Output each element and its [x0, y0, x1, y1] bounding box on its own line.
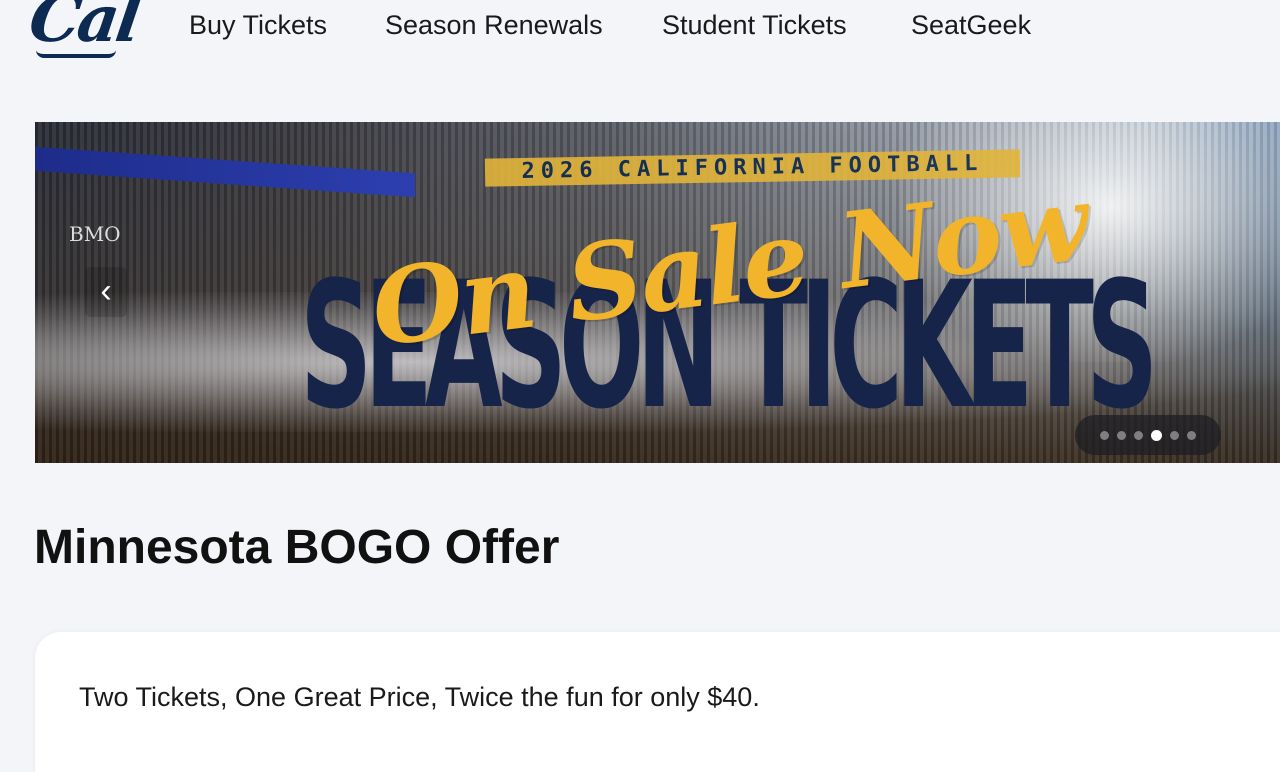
- site-header: Cal Buy Tickets Season Renewals Student …: [0, 0, 1280, 62]
- offer-card: Two Tickets, One Great Price, Twice the …: [35, 632, 1280, 772]
- stadium-sign: BMO: [69, 222, 121, 246]
- carousel-dots: [1075, 415, 1221, 455]
- offer-description: Two Tickets, One Great Price, Twice the …: [79, 682, 760, 712]
- nav-student-tickets[interactable]: Student Tickets: [662, 10, 847, 41]
- hero-carousel[interactable]: BMO 2026 CALIFORNIA FOOTBALL SEASON TICK…: [35, 122, 1280, 463]
- nav-season-renewals[interactable]: Season Renewals: [385, 10, 603, 41]
- carousel-dot[interactable]: [1187, 430, 1196, 440]
- nav-buy-tickets[interactable]: Buy Tickets: [189, 10, 327, 41]
- logo-swoosh: [36, 50, 116, 58]
- carousel-dot-active[interactable]: [1151, 429, 1162, 441]
- cal-logo[interactable]: Cal: [25, 0, 143, 57]
- carousel-dot[interactable]: [1170, 430, 1179, 440]
- page-title: Minnesota BOGO Offer: [34, 521, 560, 574]
- carousel-dot[interactable]: [1100, 430, 1109, 440]
- nav-seatgeek[interactable]: SeatGeek: [911, 10, 1031, 41]
- carousel-dot[interactable]: [1134, 430, 1143, 440]
- carousel-dot[interactable]: [1117, 430, 1126, 440]
- chevron-left-icon[interactable]: ‹: [85, 267, 127, 317]
